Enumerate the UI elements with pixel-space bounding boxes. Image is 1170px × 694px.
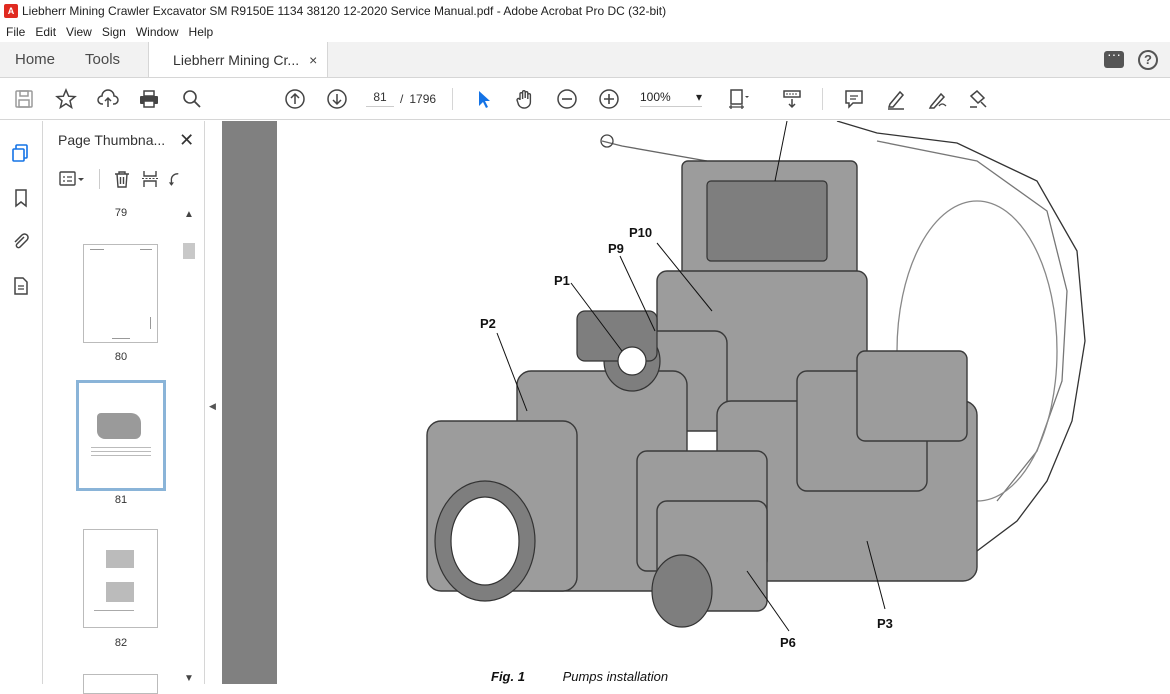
figure-caption: Fig. 1 Pumps installation: [491, 669, 668, 684]
panel-toolbar: [43, 159, 204, 199]
page-thumbnail-83[interactable]: [83, 674, 158, 694]
rotate-icon[interactable]: [168, 169, 180, 189]
left-navigation-rail: [0, 121, 43, 684]
toolbar: 81 / 1796 100% ▾: [0, 78, 1170, 120]
tab-document[interactable]: Liebherr Mining Cr... ×: [148, 42, 329, 77]
page-number-80: 80: [114, 351, 128, 363]
search-zoom-icon[interactable]: [180, 87, 204, 111]
pdf-page: P10 P9 P1 P2 P6 P3 Fig. 1 Pumps installa…: [277, 121, 1170, 684]
tab-tools[interactable]: Tools: [70, 42, 148, 77]
tab-close-icon[interactable]: ×: [309, 52, 317, 68]
insert-pages-icon[interactable]: [140, 169, 160, 189]
acrobat-icon: A: [4, 4, 18, 18]
panel-header: Page Thumbna... ✕: [43, 121, 204, 159]
callout-p6: P6: [780, 635, 796, 650]
zoom-value: 100%: [640, 90, 671, 104]
comment-icon[interactable]: [842, 87, 866, 111]
highlight-pen-icon[interactable]: [884, 87, 908, 111]
help-icon[interactable]: ?: [1138, 49, 1158, 70]
page-navigator: 81 / 1796: [366, 90, 436, 107]
attachment-icon[interactable]: [11, 231, 31, 251]
menu-bar: File Edit View Sign Window Help: [0, 22, 1170, 42]
draw-pen-icon[interactable]: [926, 87, 950, 111]
tab-bar: Home Tools Liebherr Mining Cr... × ?: [0, 42, 1170, 78]
callout-p3: P3: [877, 616, 893, 631]
thumbnail-options-icon[interactable]: [57, 170, 87, 188]
page-separator: /: [400, 91, 404, 106]
scrollbar-thumb[interactable]: [183, 243, 195, 259]
menu-edit[interactable]: Edit: [35, 25, 56, 39]
callout-p2: P2: [480, 316, 496, 331]
page-fit-icon[interactable]: [726, 87, 750, 111]
menu-sign[interactable]: Sign: [102, 25, 126, 39]
page-number-81: 81: [114, 494, 128, 506]
scroll-down-icon[interactable]: ▼: [184, 673, 194, 684]
next-page-icon[interactable]: [325, 87, 349, 111]
toolbar-divider: [452, 88, 453, 110]
save-icon[interactable]: [12, 87, 36, 111]
menu-view[interactable]: View: [66, 25, 92, 39]
page-thumbnails-panel: Page Thumbna... ✕ 79 80 81 82 ▲ ▼: [43, 121, 205, 694]
comment-chat-icon[interactable]: [1104, 46, 1124, 68]
callout-p10: P10: [629, 225, 653, 240]
zoom-out-icon[interactable]: [555, 87, 579, 111]
document-properties-icon[interactable]: [11, 276, 31, 296]
hand-tool-icon[interactable]: [513, 87, 537, 111]
panel-close-icon[interactable]: ✕: [179, 130, 194, 151]
menu-window[interactable]: Window: [136, 25, 179, 39]
trash-icon[interactable]: [112, 169, 132, 189]
fill-sign-icon[interactable]: [966, 87, 990, 111]
bookmark-icon[interactable]: [11, 188, 31, 208]
window-title: Liebherr Mining Crawler Excavator SM R91…: [22, 4, 667, 18]
chevron-down-icon: ▾: [695, 90, 702, 104]
toolbar-divider: [822, 88, 823, 110]
page-thumbnail-82[interactable]: [83, 529, 158, 628]
figure-caption-text: Pumps installation: [562, 669, 669, 684]
scroll-up-icon[interactable]: ▲: [184, 209, 194, 220]
page-thumbnail-80[interactable]: [83, 244, 158, 343]
page-thumbnail-81-selected[interactable]: [76, 380, 166, 491]
page-number-82: 82: [114, 637, 128, 649]
panel-divider: [99, 169, 100, 189]
page-thumbnails-icon[interactable]: [11, 143, 31, 163]
zoom-in-icon[interactable]: [597, 87, 621, 111]
star-bookmark-icon[interactable]: [54, 87, 78, 111]
menu-help[interactable]: Help: [189, 25, 214, 39]
figure-label: Fig. 1: [491, 669, 525, 684]
callout-p9: P9: [608, 241, 624, 256]
select-cursor-icon[interactable]: [472, 87, 496, 111]
menu-file[interactable]: File: [6, 25, 25, 39]
scroll-mode-icon[interactable]: [780, 87, 804, 111]
panel-collapse-rail: ◀: [205, 121, 222, 684]
zoom-select[interactable]: 100% ▾: [640, 90, 702, 107]
panel-scrollbar[interactable]: ▲ ▼: [182, 205, 196, 684]
previous-page-icon[interactable]: [283, 87, 307, 111]
panel-title: Page Thumbna...: [58, 132, 166, 148]
pumps-illustration: [426, 121, 1086, 632]
total-pages: 1796: [409, 91, 437, 106]
cloud-upload-icon[interactable]: [96, 87, 120, 111]
current-page-input[interactable]: 81: [366, 90, 394, 107]
callout-p1: P1: [554, 273, 570, 288]
title-bar: A Liebherr Mining Crawler Excavator SM R…: [0, 0, 1170, 22]
document-viewport[interactable]: P10 P9 P1 P2 P6 P3 Fig. 1 Pumps installa…: [222, 121, 1170, 684]
tab-document-label: Liebherr Mining Cr...: [173, 51, 300, 68]
collapse-panel-icon[interactable]: ◀: [209, 401, 216, 412]
print-icon[interactable]: [137, 87, 161, 111]
page-number-79: 79: [114, 207, 128, 219]
tab-home[interactable]: Home: [0, 42, 70, 77]
